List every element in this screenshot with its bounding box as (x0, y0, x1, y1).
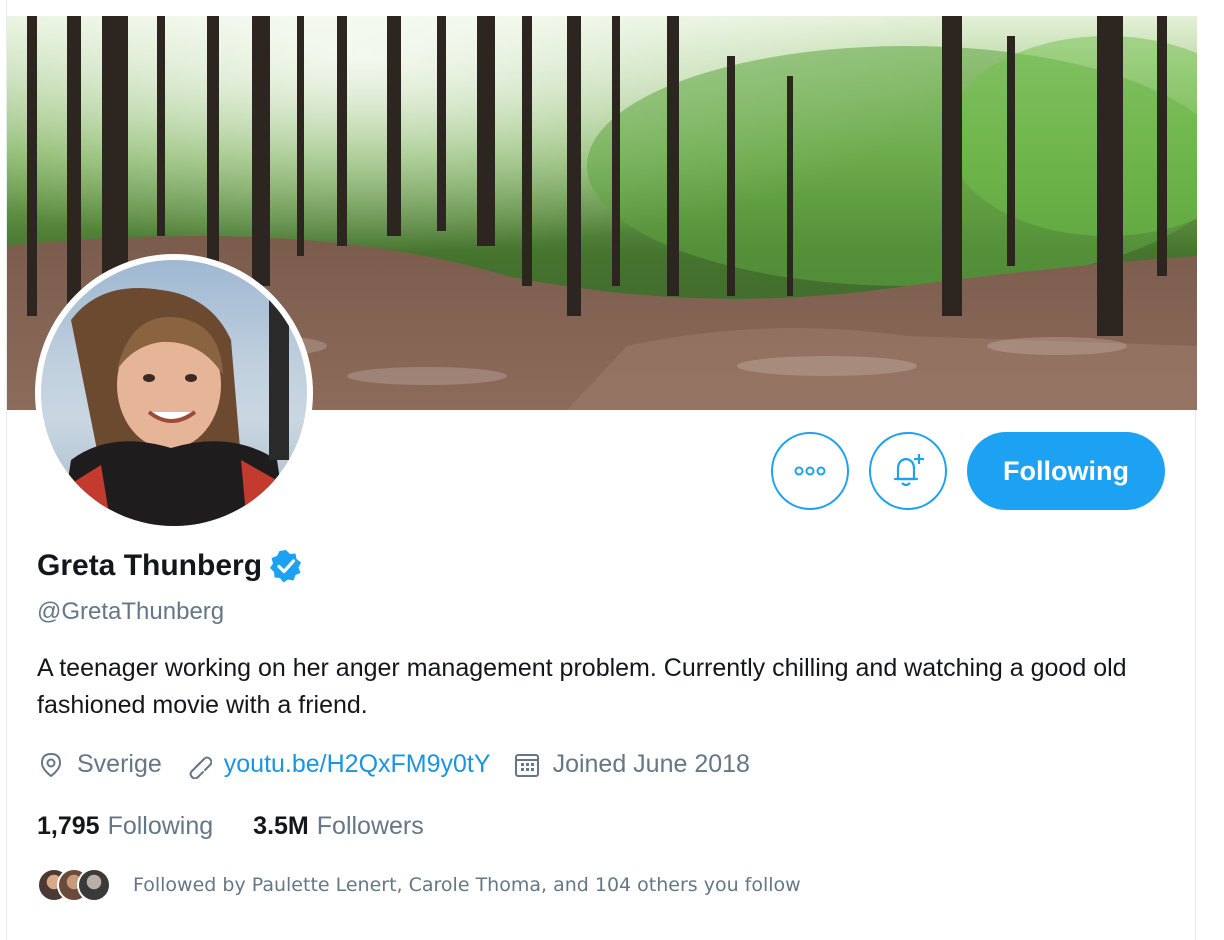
more-options-button[interactable] (771, 432, 849, 510)
followers-label: Followers (316, 812, 424, 840)
profile-handle: @GretaThunberg (37, 598, 225, 625)
followers-count: 3.5M (253, 812, 309, 840)
location-item: Sverige (37, 750, 162, 779)
location-text: Sverige (77, 750, 162, 778)
location-pin-icon (40, 752, 62, 777)
profile-card: Following Greta Thunberg @GretaThunberg … (6, 0, 1197, 940)
following-label: Following (107, 812, 214, 840)
notifications-button[interactable] (869, 432, 947, 510)
profile-actions: Following (771, 432, 1165, 510)
calendar-icon (514, 753, 539, 777)
link-icon (189, 756, 212, 779)
profile-stats: 1,795 Following 3.5M Followers (37, 812, 464, 841)
link-item: youtu.be/H2QxFM9y0tY (184, 750, 491, 779)
profile-name: Greta Thunberg (37, 549, 263, 582)
following-button[interactable]: Following (967, 432, 1165, 510)
followers-stat[interactable]: 3.5M Followers (253, 812, 424, 841)
bell-plus-icon (893, 454, 924, 487)
avatar-photo (41, 260, 307, 526)
follower-avatar (77, 868, 111, 902)
profile-bio: A teenager working on her anger manageme… (37, 654, 1127, 719)
profile-name-row: Greta Thunberg (37, 548, 304, 584)
followed-by-row[interactable]: Followed by Paulette Lenert, Carole Thom… (37, 868, 801, 902)
top-bar (7, 0, 1197, 16)
followed-by-avatars (37, 868, 111, 902)
followed-by-text: Followed by Paulette Lenert, Carole Thom… (133, 874, 801, 896)
more-options-icon (794, 466, 826, 476)
joined-item: Joined June 2018 (513, 750, 750, 779)
following-stat[interactable]: 1,795 Following (37, 812, 213, 841)
following-count: 1,795 (37, 812, 100, 840)
joined-text: Joined June 2018 (552, 750, 750, 778)
profile-link[interactable]: youtu.be/H2QxFM9y0tY (224, 750, 491, 779)
profile-avatar[interactable] (35, 254, 313, 532)
profile-meta: Sverige youtu.be/H2QxFM9y0tY Joined June… (37, 750, 772, 779)
verified-badge-icon (270, 550, 302, 583)
